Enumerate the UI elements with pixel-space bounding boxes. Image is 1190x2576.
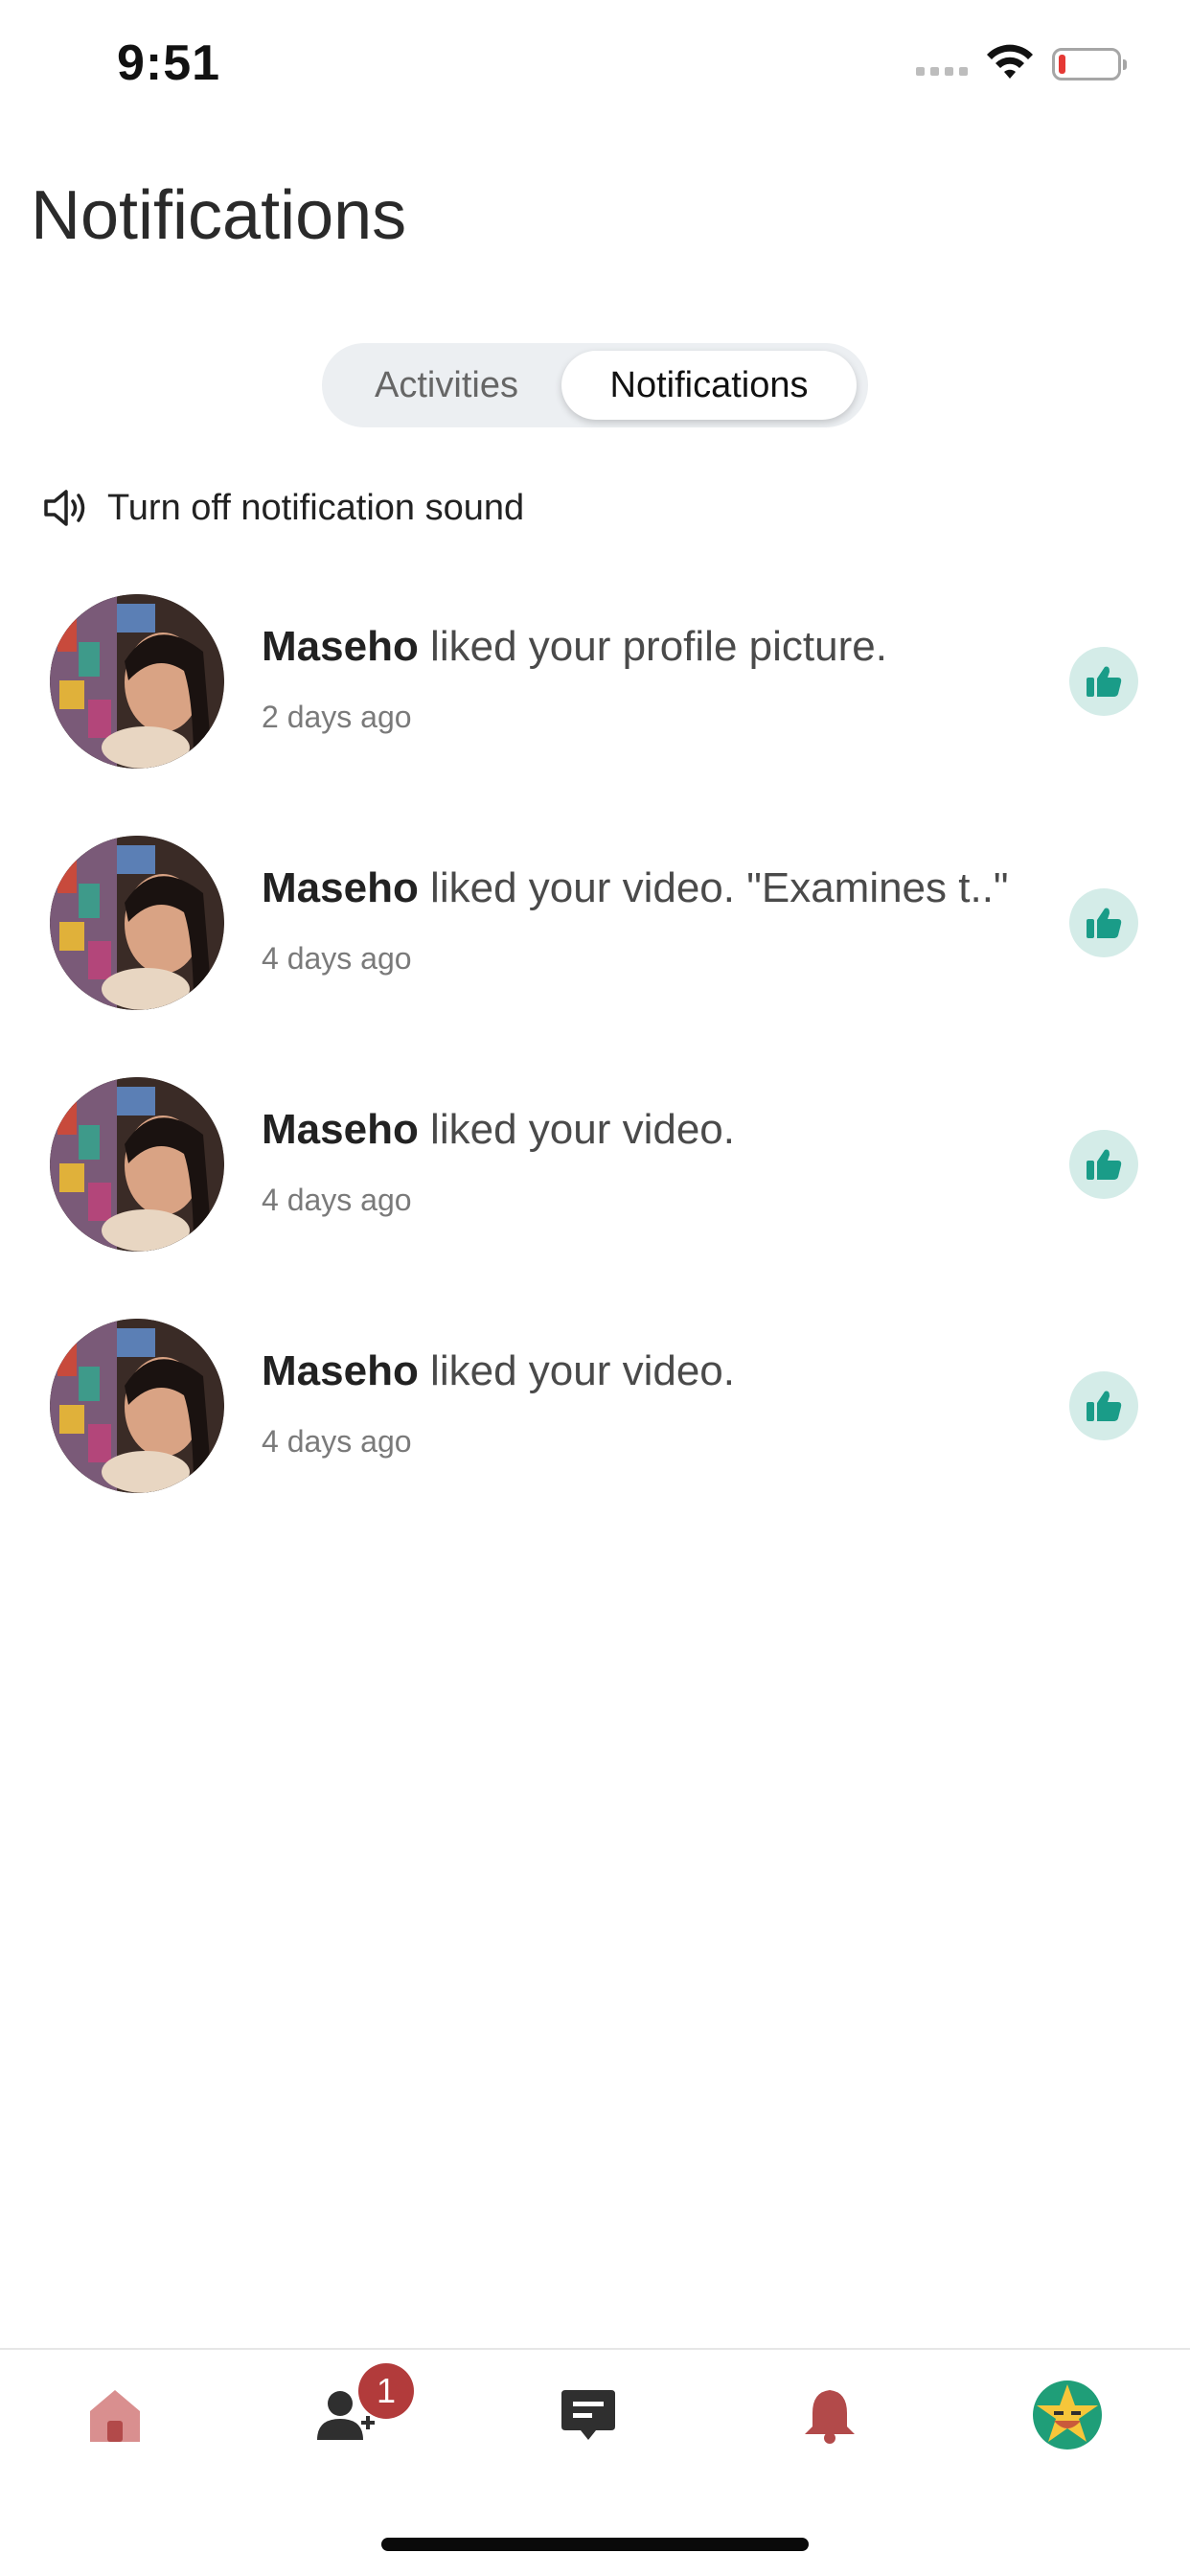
notification-time: 4 days ago <box>262 941 412 976</box>
status-bar: 9:51 <box>0 0 1190 134</box>
notification-item[interactable]: Maseho liked your video. 4 days ago <box>0 1077 1190 1288</box>
notification-user-name[interactable]: Maseho <box>262 1106 419 1153</box>
home-icon[interactable] <box>77 2377 153 2453</box>
thumbs-up-icon <box>1069 1130 1138 1199</box>
notification-message: liked your video. <box>418 1106 735 1153</box>
battery-icon <box>1052 48 1127 80</box>
page-title: Notifications <box>31 177 407 254</box>
notification-text: Maseho liked your profile picture. <box>262 623 887 671</box>
notification-text: Maseho liked your video. <box>262 1106 735 1154</box>
notification-message: liked your video. <box>418 1347 735 1394</box>
notification-text: Maseho liked your video. <box>262 1347 735 1395</box>
notification-item[interactable]: Maseho liked your video. 4 days ago <box>0 1319 1190 1530</box>
speaker-icon <box>44 490 85 526</box>
notification-item[interactable]: Maseho liked your video. "Examines t.." … <box>0 836 1190 1046</box>
notification-time: 4 days ago <box>262 1183 412 1217</box>
thumbs-up-icon <box>1069 888 1138 957</box>
bell-icon[interactable] <box>791 2377 868 2453</box>
avatar[interactable] <box>50 1077 224 1252</box>
signal-icon <box>916 67 968 76</box>
home-indicator <box>381 2538 809 2551</box>
wifi-icon <box>987 44 1033 79</box>
notification-time: 4 days ago <box>262 1424 412 1459</box>
tab-notifications[interactable]: Notifications <box>561 351 857 420</box>
tab-activities[interactable]: Activities <box>332 351 561 420</box>
notification-text: Maseho liked your video. "Examines t.." <box>262 864 1009 912</box>
notification-item[interactable]: Maseho liked your profile picture. 2 day… <box>0 594 1190 805</box>
messages-icon[interactable] <box>550 2377 627 2453</box>
notification-message: liked your profile picture. <box>418 623 887 670</box>
thumbs-up-icon <box>1069 1371 1138 1440</box>
notification-time: 2 days ago <box>262 700 412 734</box>
friends-badge: 1 <box>358 2363 414 2419</box>
notification-sound-toggle[interactable]: Turn off notification sound <box>42 479 524 537</box>
tab-switcher: Activities Notifications <box>322 343 868 427</box>
notification-message: liked your video. "Examines t.." <box>418 864 1009 911</box>
status-time: 9:51 <box>117 35 221 91</box>
avatar[interactable] <box>50 836 224 1010</box>
notification-user-name[interactable]: Maseho <box>262 1347 419 1394</box>
bottom-nav: 1 <box>0 2348 1190 2474</box>
profile-avatar[interactable] <box>1029 2377 1106 2453</box>
avatar[interactable] <box>50 594 224 769</box>
notification-sound-label: Turn off notification sound <box>107 487 525 528</box>
notification-user-name[interactable]: Maseho <box>262 623 419 670</box>
notification-user-name[interactable]: Maseho <box>262 864 419 911</box>
avatar[interactable] <box>50 1319 224 1493</box>
battery-level <box>1059 55 1065 74</box>
thumbs-up-icon <box>1069 647 1138 716</box>
